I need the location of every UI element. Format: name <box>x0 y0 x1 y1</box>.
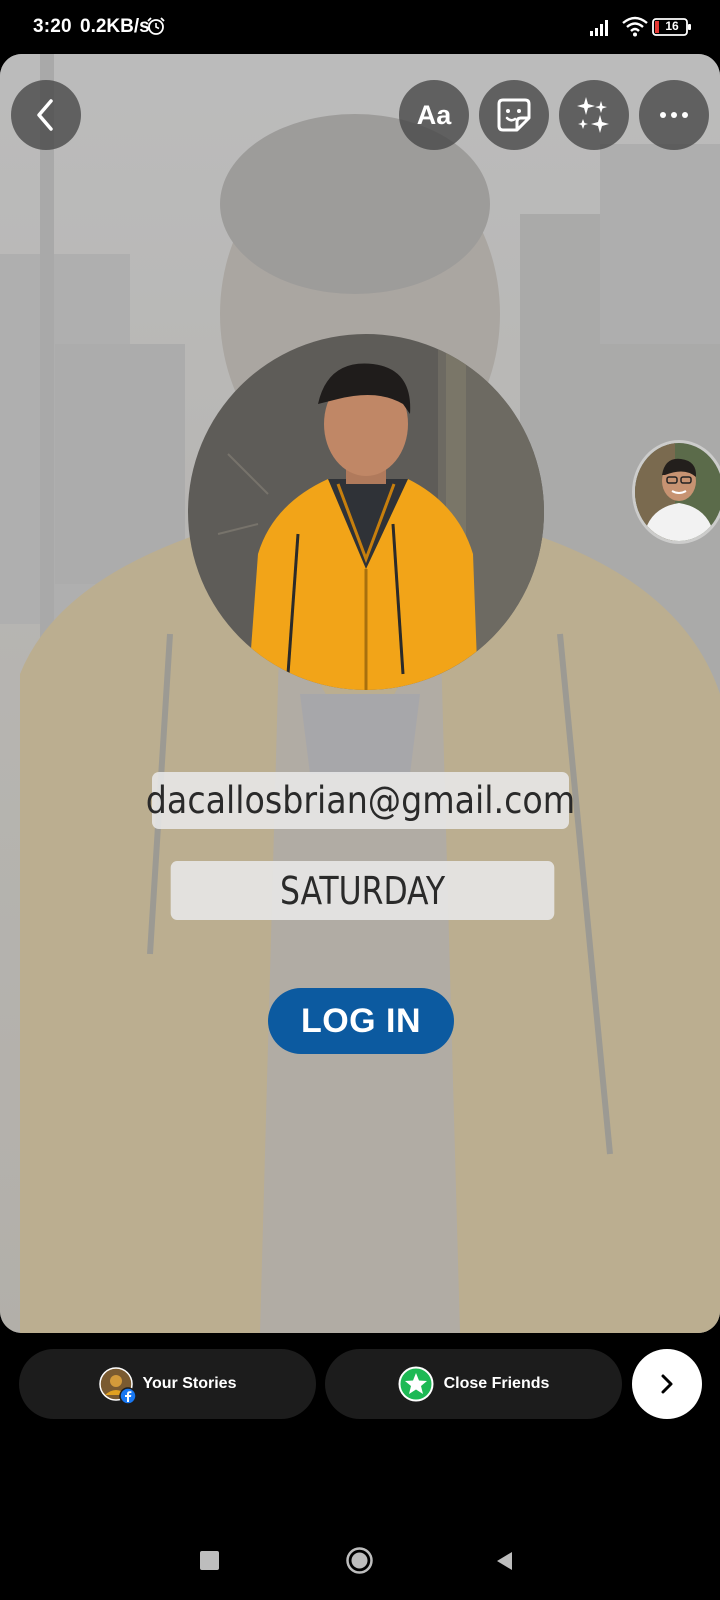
chevron-left-icon <box>37 99 53 131</box>
back-button[interactable] <box>11 80 81 150</box>
status-time: 3:20 <box>33 16 72 37</box>
next-share-button[interactable] <box>632 1349 702 1419</box>
status-bar: 3:20 0.2KB/s 16 <box>0 0 720 54</box>
login-button-sticker[interactable]: LOG IN <box>268 988 454 1054</box>
sparkles-icon <box>577 97 609 133</box>
signal-icon <box>590 20 608 36</box>
email-text-sticker[interactable]: dacallosbrian@gmail.com <box>146 772 575 829</box>
close-friends-label: Close Friends <box>443 1375 550 1392</box>
email-text: dacallosbrian@gmail.com <box>145 779 576 822</box>
profile-photo <box>188 334 544 690</box>
more-options-button[interactable] <box>639 80 709 150</box>
day-text-sticker[interactable]: SATURDAY <box>170 861 555 920</box>
close-friends-button[interactable]: Close Friends <box>325 1349 622 1419</box>
login-label: LOG IN <box>300 1001 422 1040</box>
facebook-icon <box>118 1387 137 1405</box>
text-tool-button[interactable]: Aa <box>399 80 469 150</box>
back-triangle-icon[interactable] <box>494 1550 516 1572</box>
sticker-icon <box>497 98 531 132</box>
status-net-speed: 0.2KB/s <box>80 16 150 37</box>
wifi-icon <box>622 16 648 37</box>
sticker-button[interactable] <box>479 80 549 150</box>
recents-square-icon[interactable] <box>200 1551 219 1570</box>
your-avatar <box>98 1367 137 1405</box>
profile-photo-sticker[interactable] <box>188 334 544 690</box>
day-text: SATURDAY <box>279 868 446 913</box>
effects-button[interactable] <box>559 80 629 150</box>
mentioned-user-avatar[interactable] <box>632 440 720 544</box>
star-icon <box>398 1366 434 1402</box>
background-photo <box>0 54 720 1333</box>
chevron-right-icon <box>661 1374 673 1394</box>
text-tool-label: Aa <box>416 99 452 130</box>
your-stories-label: Your Stories <box>142 1375 237 1392</box>
more-horizontal-icon <box>660 112 688 118</box>
home-circle-icon[interactable] <box>346 1547 373 1574</box>
story-canvas[interactable]: Aa dacallosbrian@gmail.com SATURDAY LOG … <box>0 54 720 1333</box>
your-stories-button[interactable]: Your Stories <box>19 1349 316 1419</box>
battery-level: 16 <box>665 19 679 33</box>
avatar-photo <box>635 443 720 541</box>
alarm-icon <box>147 17 165 35</box>
